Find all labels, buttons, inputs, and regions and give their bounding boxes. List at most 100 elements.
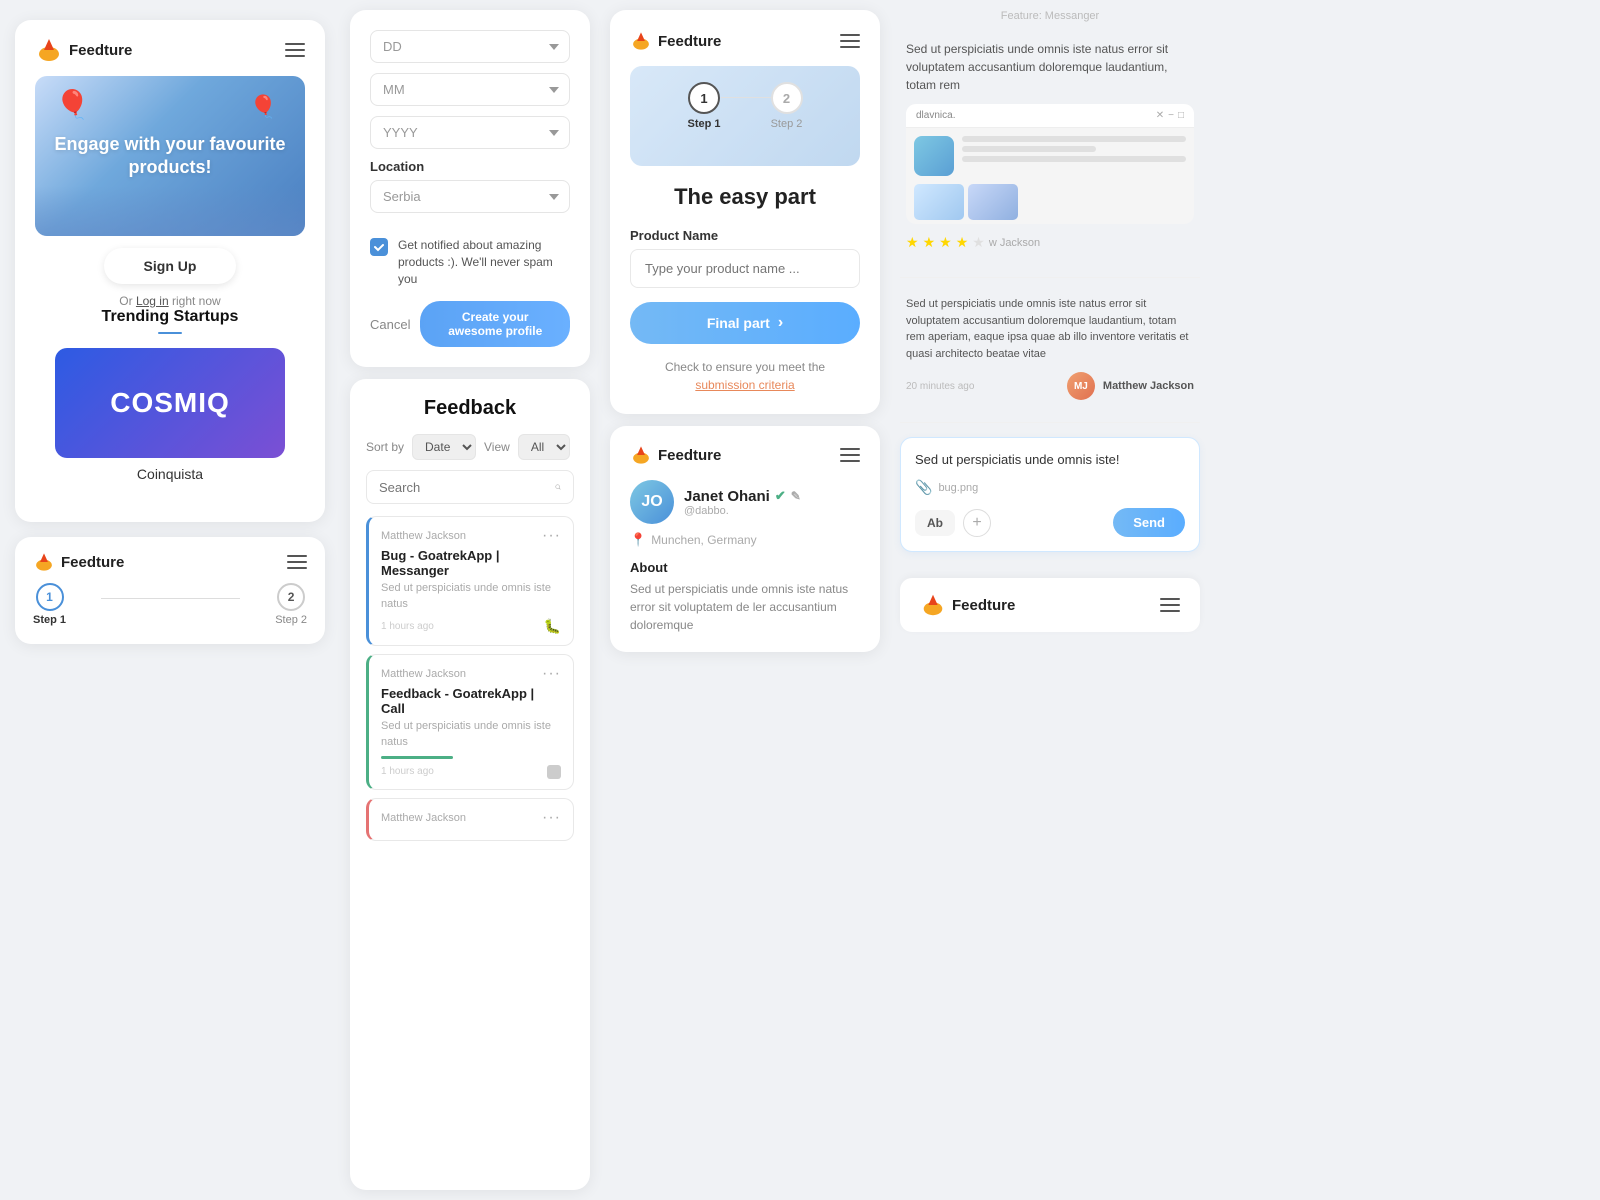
feedback-item-1: Matthew Jackson ··· Bug - GoatrekApp | M… [366, 516, 574, 646]
step-2-item: 2 Step 2 [275, 583, 307, 626]
pf-menu-button[interactable] [840, 34, 860, 48]
fi-2-icon [547, 765, 561, 779]
checkmark-icon [373, 241, 385, 253]
bottom-logo-text: Feedture [952, 597, 1015, 614]
view-select[interactable]: All [518, 434, 570, 460]
mini-menu-button[interactable] [287, 555, 307, 569]
plus-button[interactable]: + [963, 509, 991, 537]
preview-close-icon: ✕ [1156, 110, 1164, 121]
profile-logo-text: Feedture [658, 447, 721, 464]
preview-img-1 [914, 184, 964, 220]
review-meta: 20 minutes ago MJ Matthew Jackson [906, 372, 1194, 400]
step-circle-2: 2 [771, 82, 803, 114]
message-box: Sed ut perspiciatis unde omnis iste! 📎 b… [900, 437, 1200, 552]
mini-logo-icon [33, 551, 55, 573]
product-name-input[interactable] [630, 249, 860, 288]
logo-text: Feedture [69, 42, 132, 59]
column-3: Feedture 1 Step 1 2 Ste [600, 0, 890, 1200]
balloon-icon: 🎈 [55, 88, 90, 121]
dd-select[interactable]: DD [370, 30, 570, 63]
bottom-logo: Feedture [920, 592, 1015, 618]
location-label: Location [370, 159, 570, 174]
fi-2-title: Feedback - GoatrekApp | Call [381, 686, 561, 716]
view-label: View [484, 440, 510, 454]
step-connector [101, 598, 240, 599]
fi-2-header: Matthew Jackson ··· [381, 665, 561, 683]
star-2: ★ [923, 234, 936, 251]
preview-line-3 [962, 156, 1186, 162]
mm-select[interactable]: MM [370, 73, 570, 106]
logo: Feedture [35, 36, 132, 64]
fi-3-author: Matthew Jackson [381, 812, 466, 824]
submission-link[interactable]: submission criteria [695, 378, 794, 392]
search-input[interactable] [379, 480, 555, 495]
reviewer-full-name: Matthew Jackson [1103, 380, 1194, 392]
pf-logo-icon [630, 30, 652, 52]
fi-1-title: Bug - GoatrekApp | Messanger [381, 548, 561, 578]
fi-1-footer: 1 hours ago 🐛 [381, 618, 561, 635]
mini-steps: 1 Step 1 2 Step 2 [33, 583, 307, 626]
profile-info: Janet Ohani ✔ ✎ @dabbo. [684, 488, 801, 517]
bottom-logo-bar: Feedture [900, 578, 1200, 632]
checkbox-checked[interactable] [370, 238, 388, 256]
feedback-card: Feedback Sort by Date View All Matthew J… [350, 379, 590, 1190]
ab-button[interactable]: Ab [915, 510, 955, 536]
preview-bar: dlavnica. ✕ − □ [906, 104, 1194, 128]
trending-section: Trending Startups COSMIQ Coinquista [35, 308, 305, 502]
stars-row: ★ ★ ★ ★ ★ w Jackson [906, 234, 1194, 251]
bottom-logo-icon [920, 592, 946, 618]
search-icon [555, 479, 561, 495]
easy-part-title: The easy part [630, 184, 860, 210]
search-bar [366, 470, 574, 504]
hero-text: Engage with your favourite products! [35, 133, 305, 180]
location-pin-icon: 📍 [630, 532, 646, 548]
signup-button[interactable]: Sign Up [104, 248, 237, 284]
profile-logo-icon [630, 444, 652, 466]
avatar: JO [630, 480, 674, 524]
fi-2-time: 1 hours ago [381, 766, 434, 777]
bottom-menu-button[interactable] [1160, 598, 1180, 612]
pf-logo: Feedture [630, 30, 721, 52]
reviewer-name-1: w Jackson [989, 237, 1040, 249]
profile-menu-button[interactable] [840, 448, 860, 462]
menu-button[interactable] [285, 43, 305, 57]
trending-underline [158, 332, 182, 334]
profile-header: Feedture [630, 444, 860, 466]
yyyy-select[interactable]: YYYY [370, 116, 570, 149]
location-select[interactable]: Serbia [370, 180, 570, 213]
final-part-button[interactable]: Final part › [630, 302, 860, 344]
mini-app-header: Feedture [33, 551, 307, 573]
review-block-1: Sed ut perspiciatis unde omnis iste natu… [900, 30, 1200, 269]
form-actions: Cancel Create your awesome profile [370, 301, 570, 347]
profile-user: JO Janet Ohani ✔ ✎ @dabbo. [630, 480, 860, 524]
steps-banner: 1 Step 1 2 Step 2 [630, 66, 860, 166]
fi-2-menu[interactable]: ··· [542, 665, 561, 683]
review-time: 20 minutes ago [906, 381, 1059, 392]
profile-form-card: DD MM YYYY Location Serbia Get notified … [350, 10, 590, 367]
input-actions: Ab + Send [915, 508, 1185, 537]
attachment-icon: 📎 [915, 479, 932, 496]
city-silhouette [35, 186, 305, 236]
profile-logo: Feedture [630, 444, 721, 466]
fi-2-author: Matthew Jackson [381, 668, 466, 680]
step-circle-1: 1 [688, 82, 720, 114]
column-2: DD MM YYYY Location Serbia Get notified … [340, 0, 600, 1200]
sort-select[interactable]: Date [412, 434, 476, 460]
fi-3-menu[interactable]: ··· [542, 809, 561, 827]
location-row: 📍 Munchen, Germany [630, 532, 860, 548]
fi-1-author: Matthew Jackson [381, 530, 466, 542]
preview-img-2 [968, 184, 1018, 220]
edit-icon[interactable]: ✎ [791, 489, 801, 503]
message-text: Sed ut perspiciatis unde omnis iste! [915, 452, 1185, 467]
cancel-button[interactable]: Cancel [370, 317, 410, 332]
pf-header: Feedture [630, 30, 860, 52]
create-profile-button[interactable]: Create your awesome profile [420, 301, 570, 347]
login-link[interactable]: Log in [136, 294, 169, 308]
column-4: Feature: Messanger Sed ut perspiciatis u… [890, 0, 1210, 1200]
fi-1-menu[interactable]: ··· [542, 527, 561, 545]
star-3: ★ [939, 234, 952, 251]
fi-1-header: Matthew Jackson ··· [381, 527, 561, 545]
pf-logo-text: Feedture [658, 33, 721, 50]
app-header: Feedture [35, 36, 305, 64]
send-button[interactable]: Send [1113, 508, 1185, 537]
